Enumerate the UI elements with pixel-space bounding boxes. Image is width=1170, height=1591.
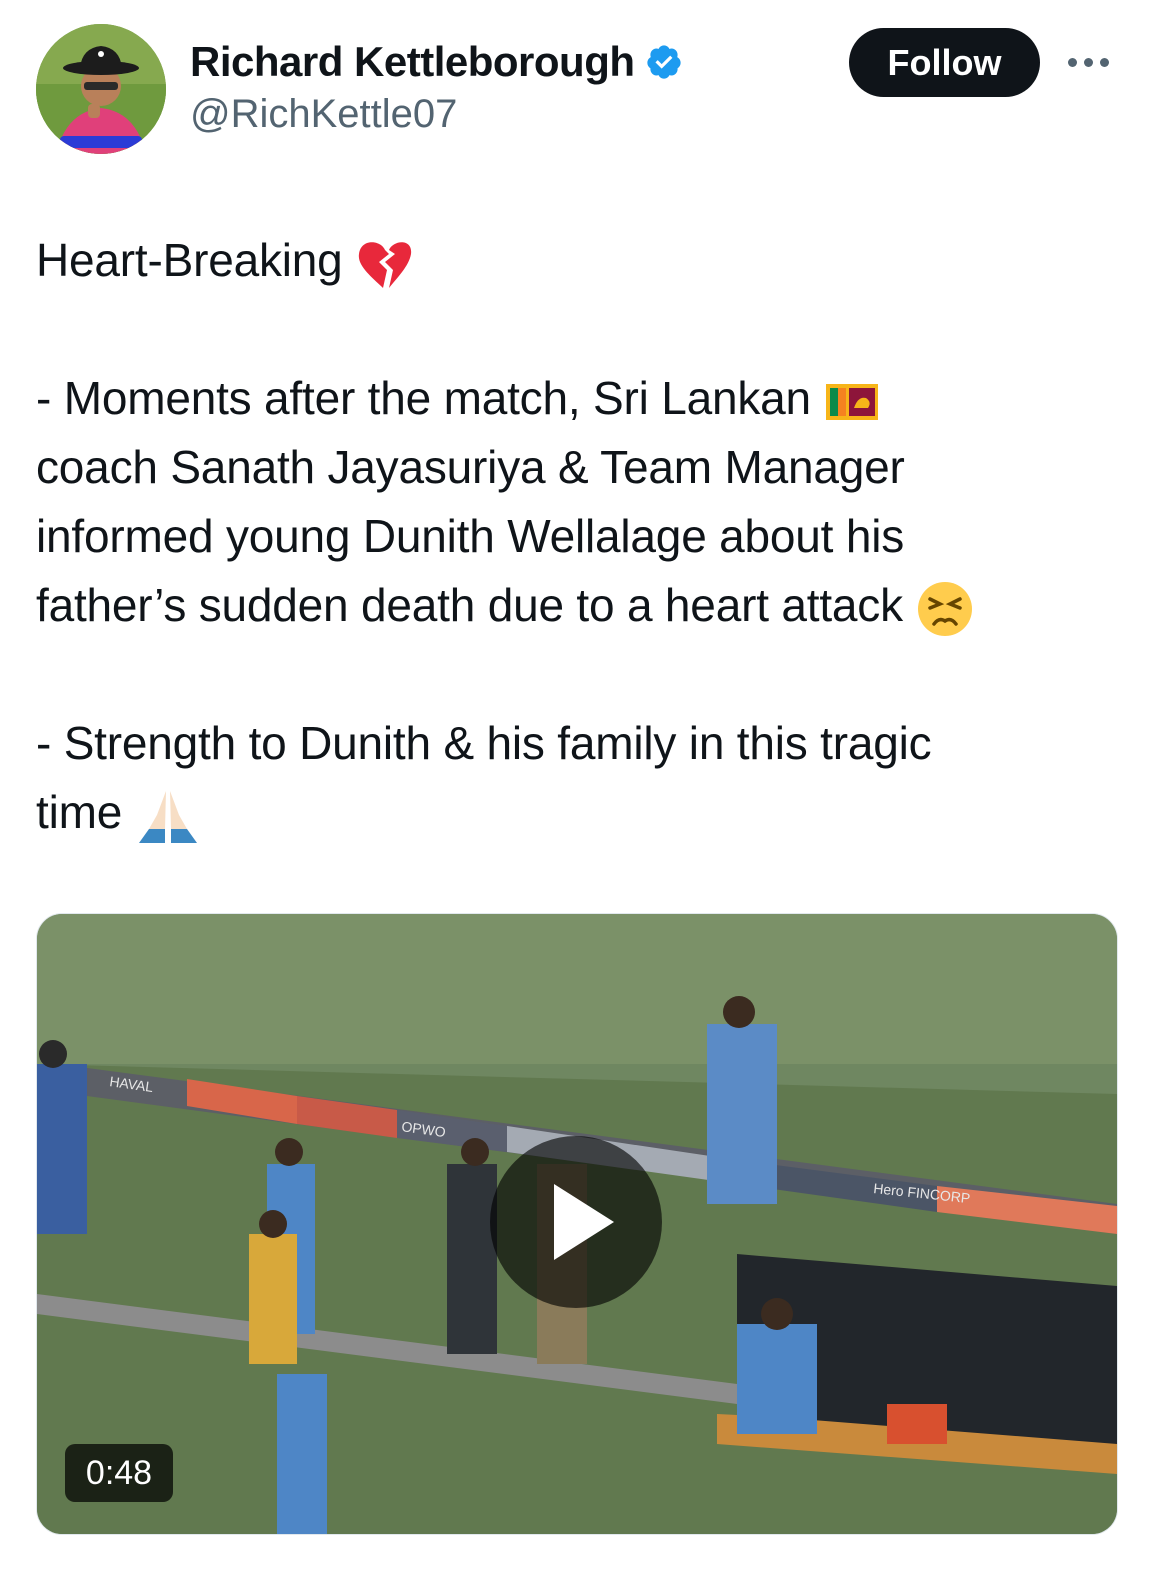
display-name[interactable]: Richard Kettleborough xyxy=(190,38,635,86)
broken-heart-emoji xyxy=(358,242,412,288)
video-duration-badge: 0:48 xyxy=(65,1444,173,1502)
tweet-line: informed young Dunith Wellalage about hi… xyxy=(36,510,905,562)
tweet-text-line: time xyxy=(36,786,123,838)
tweet-line: Heart-Breaking xyxy=(36,226,1126,295)
tweet-line: father’s sudden death due to a heart att… xyxy=(36,571,1126,640)
tweet-line: time xyxy=(36,778,1126,847)
tweet-line: - Strength to Dunith & his family in thi… xyxy=(36,717,932,769)
verified-badge-icon xyxy=(646,45,681,79)
tweet-text-line: - Moments after the match, Sri Lankan xyxy=(36,372,811,424)
tweet-line: - Moments after the match, Sri Lankan xyxy=(36,364,1126,433)
follow-button[interactable]: Follow xyxy=(849,28,1040,97)
play-button[interactable] xyxy=(490,1136,662,1308)
more-dots-icon[interactable] xyxy=(1068,52,1114,72)
tweet-line: coach Sanath Jayasuriya & Team Manager xyxy=(36,441,905,493)
avatar[interactable] xyxy=(36,24,166,154)
folded-hands-emoji xyxy=(138,790,197,843)
tweet-text-heading: Heart-Breaking xyxy=(36,234,343,286)
umpire-avatar-image xyxy=(36,24,166,154)
persevering-face-emoji xyxy=(918,581,973,636)
play-icon xyxy=(554,1184,614,1260)
sri-lanka-flag-emoji xyxy=(825,383,878,420)
tweet-text-line: father’s sudden death due to a heart att… xyxy=(36,579,903,631)
handle[interactable]: @RichKettle07 xyxy=(190,92,457,137)
author-name-row[interactable]: Richard Kettleborough xyxy=(190,38,683,86)
